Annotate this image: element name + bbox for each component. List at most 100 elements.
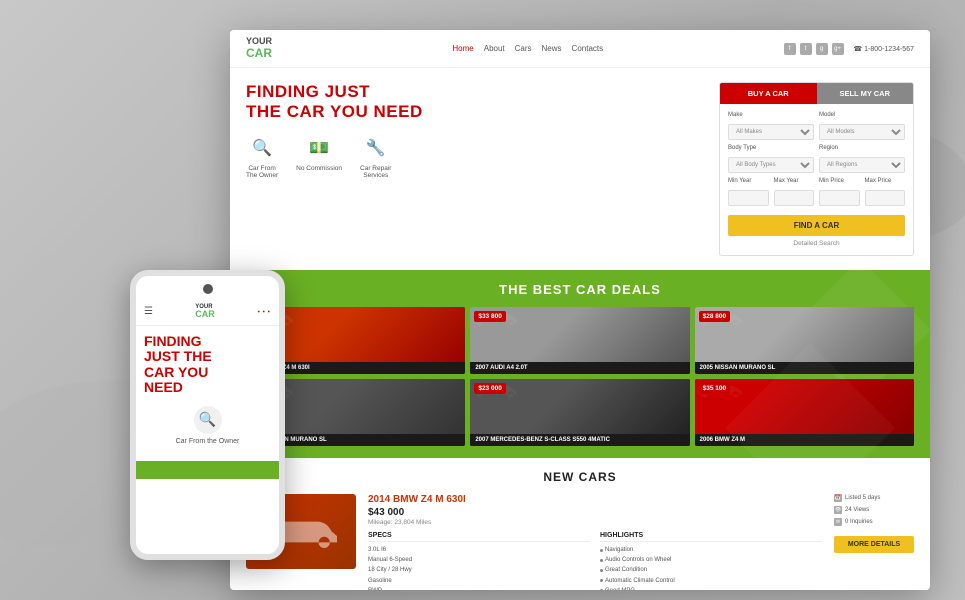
form-row-body-region: Body Type All Body Types Region All Regi…: [728, 145, 905, 173]
site-header: YOUR CAR Home About Cars News Contacts f…: [230, 30, 930, 68]
car-card-3[interactable]: $28 800 2005 NISSAN MURANO SL: [695, 307, 914, 374]
body-label: Body Type: [728, 145, 814, 151]
region-select[interactable]: All Regions: [819, 157, 905, 173]
min-year-input[interactable]: [728, 190, 769, 206]
form-group-min-price: Min Price: [819, 178, 860, 206]
phone-feature-label: Car From the Owner: [176, 438, 240, 445]
form-group-model: Model All Models: [819, 112, 905, 140]
car-card-6[interactable]: $35 100 2006 BMW Z4 M: [695, 379, 914, 446]
highlights-col: Highlights Navigation Audio Controls on …: [600, 532, 822, 590]
min-price-label: Min Price: [819, 178, 860, 184]
car-name-6: 2006 BMW Z4 M: [700, 437, 909, 443]
phone-camera: [203, 284, 213, 294]
form-group-region: Region All Regions: [819, 145, 905, 173]
form-group-max-price: Max Price: [865, 178, 906, 206]
car-name-5: 2007 MERCEDES-BENZ S-CLASS S550 4MATIC: [475, 437, 684, 443]
stat-inquiries: ✉ 0 Inquiries: [834, 518, 914, 526]
commission-icon: 💵: [306, 135, 332, 161]
phone-more-icon[interactable]: ⋮: [256, 305, 273, 319]
phone-menu-icon[interactable]: ☰: [144, 306, 153, 317]
highlight-1: Navigation: [600, 545, 822, 555]
car-price-2: $33 800: [474, 311, 506, 322]
highlights-title: Highlights: [600, 532, 822, 542]
region-label: Region: [819, 145, 905, 151]
car-card-5[interactable]: $23 000 2007 MERCEDES-BENZ S-CLASS S550 …: [470, 379, 689, 446]
nav-home[interactable]: Home: [452, 44, 473, 53]
nav-news[interactable]: News: [542, 44, 562, 53]
phone-header: ☰ YOUR CAR ⋮: [136, 298, 279, 326]
dot-2: [600, 559, 603, 562]
search-tabs: BUY A CAR SELL MY CAR: [720, 83, 913, 104]
car-price-3: $28 800: [699, 311, 731, 322]
car-info-6: 2006 BMW Z4 M: [695, 434, 914, 446]
make-select[interactable]: All Makes: [728, 124, 814, 140]
spec-5: RWD: [368, 586, 590, 590]
instagram-icon[interactable]: g: [816, 43, 828, 55]
specs-highlights: Specs 3.0L I6 Manual 6-Speed 18 City / 2…: [368, 532, 822, 590]
nav-about[interactable]: About: [484, 44, 505, 53]
stat-views: 👁 24 Views: [834, 506, 914, 514]
model-label: Model: [819, 112, 905, 118]
form-group-body: Body Type All Body Types: [728, 145, 814, 173]
form-row-year: Min Year Max Year Min Price Max Price: [728, 178, 905, 206]
detailed-search-link[interactable]: Detailed Search: [728, 240, 905, 247]
facebook-icon[interactable]: f: [784, 43, 796, 55]
car-card-2[interactable]: $33 800 2007 AUDI A4 2.0T: [470, 307, 689, 374]
commission-label: No Commission: [296, 165, 342, 172]
highlight-2: Audio Controls on Wheel: [600, 555, 822, 565]
form-group-make: Make All Makes: [728, 112, 814, 140]
max-year-input[interactable]: [774, 190, 815, 206]
car-info-2: 2007 AUDI A4 2.0T: [470, 362, 689, 374]
phone-number: ☎ 1-800-1234-567: [854, 45, 914, 53]
more-details-button[interactable]: MORE DETAILS: [834, 536, 914, 553]
model-select[interactable]: All Models: [819, 124, 905, 140]
highlight-3: Great Condition: [600, 565, 822, 575]
spec-2: Manual 6-Speed: [368, 555, 590, 565]
make-label: Make: [728, 112, 814, 118]
new-car-price: $43 000: [368, 507, 822, 518]
new-car-detail: 2014 BMW Z4 M 630I $43 000 Mileage: 23,8…: [246, 494, 914, 590]
twitter-icon[interactable]: t: [800, 43, 812, 55]
gplus-icon[interactable]: g+: [832, 43, 844, 55]
car-name-2: 2007 AUDI A4 2.0T: [475, 365, 684, 371]
new-car-sidebar: 📅 Listed 5 days 👁 24 Views ✉ 0 Inquiries…: [834, 494, 914, 590]
feature-repair: 🔧 Car RepairServices: [360, 135, 391, 179]
car-price-5: $23 000: [474, 383, 506, 394]
specs-title: Specs: [368, 532, 590, 542]
specs-col: Specs 3.0L I6 Manual 6-Speed 18 City / 2…: [368, 532, 590, 590]
tab-buy-car[interactable]: BUY A CAR: [720, 83, 817, 104]
form-row-make-model: Make All Makes Model All Models: [728, 112, 905, 140]
deals-section: THE BEST CAR DEALS $32 000 2014 BMW Z4 M…: [230, 270, 930, 458]
new-cars-section: NEW CARS 2014 BMW Z4 M 630I $43 000 Mile…: [230, 458, 930, 590]
hero-features: 🔍 Car FromThe Owner 💵 No Commission 🔧 Ca…: [246, 135, 709, 179]
body-select[interactable]: All Body Types: [728, 157, 814, 173]
dot-3: [600, 569, 603, 572]
deals-title: THE BEST CAR DEALS: [246, 282, 914, 297]
new-car-mileage: Mileage: 23,804 Miles: [368, 519, 822, 526]
highlight-5: Good MPG: [600, 586, 822, 590]
car-info-5: 2007 MERCEDES-BENZ S-CLASS S550 4MATIC: [470, 434, 689, 446]
dot-4: [600, 579, 603, 582]
feature-commission: 💵 No Commission: [296, 135, 342, 179]
inquiries-icon: ✉: [834, 518, 842, 526]
phone-mockup: ☰ YOUR CAR ⋮ FINDING JUST THE CAR YOU NE…: [130, 270, 285, 560]
hero-section: Finding Just The CAR You Need 🔍 Car From…: [230, 68, 930, 270]
header-right: f t g g+ ☎ 1-800-1234-567: [784, 43, 914, 55]
owner-icon: 🔍: [249, 135, 275, 161]
nav-cars[interactable]: Cars: [515, 44, 532, 53]
site-logo[interactable]: YOUR CAR: [246, 37, 272, 60]
search-box: BUY A CAR SELL MY CAR Make All Makes Mod…: [719, 82, 914, 256]
max-price-input[interactable]: [865, 190, 906, 206]
min-price-input[interactable]: [819, 190, 860, 206]
stat-listed: 📅 Listed 5 days: [834, 494, 914, 502]
phone-feature: 🔍 Car From the Owner: [144, 406, 271, 445]
nav-contacts[interactable]: Contacts: [572, 44, 604, 53]
hero-headline: Finding Just The CAR You Need: [246, 82, 709, 121]
phone-feature-icon: 🔍: [194, 406, 222, 434]
tab-sell-car[interactable]: SELL MY CAR: [817, 83, 914, 104]
views-icon: 👁: [834, 506, 842, 514]
car-grid: $32 000 2014 BMW Z4 M 630I $33 800 2007 …: [246, 307, 914, 446]
form-group-min-year: Min Year: [728, 178, 769, 206]
find-car-button[interactable]: FIND A CAR: [728, 215, 905, 236]
dot-1: [600, 549, 603, 552]
